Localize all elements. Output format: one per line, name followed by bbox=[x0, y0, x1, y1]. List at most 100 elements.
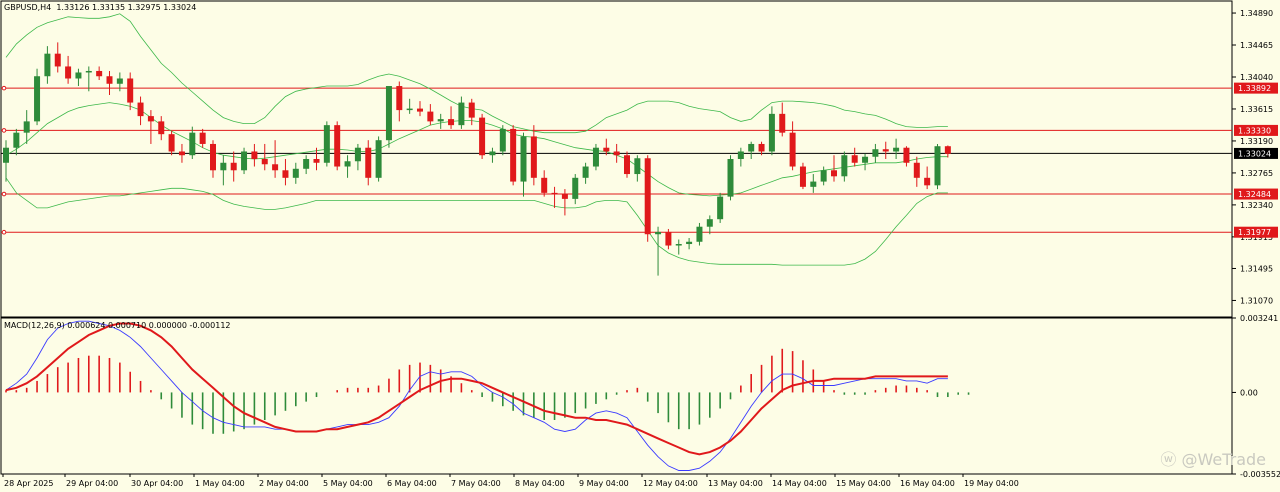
candle-body bbox=[75, 72, 82, 79]
level-price-label: 1.31977 bbox=[1238, 228, 1271, 237]
candle-body bbox=[210, 143, 216, 171]
candle-body bbox=[479, 117, 486, 156]
time-axis-label: 6 May 04:00 bbox=[387, 479, 437, 488]
macd-main-line bbox=[5, 320, 948, 471]
candle-body bbox=[944, 146, 951, 154]
candle-body bbox=[851, 155, 858, 163]
time-axis-label: 29 Apr 04:00 bbox=[66, 479, 118, 488]
candle-body bbox=[582, 166, 589, 178]
price-axis-label: 1.34040 bbox=[1240, 73, 1273, 82]
time-axis-label: 14 May 04:00 bbox=[772, 479, 827, 488]
candle-body bbox=[675, 244, 682, 246]
candle-body bbox=[810, 181, 817, 187]
candle-body bbox=[903, 147, 910, 163]
candle-body bbox=[572, 177, 579, 199]
candle-body bbox=[561, 194, 568, 199]
level-anchor-marker bbox=[1, 85, 7, 91]
time-axis-label: 28 Apr 2025 bbox=[4, 479, 53, 488]
candle-body bbox=[613, 151, 620, 156]
candle-body bbox=[820, 170, 827, 182]
candle-body bbox=[241, 151, 248, 171]
candle-body bbox=[872, 149, 879, 157]
candle-body bbox=[334, 125, 341, 167]
candle-body bbox=[841, 155, 848, 177]
candle-body bbox=[499, 128, 506, 152]
candle-body bbox=[686, 241, 693, 245]
candle-body bbox=[313, 159, 320, 163]
candle-body bbox=[799, 166, 806, 187]
candle-body bbox=[913, 162, 920, 178]
candle-body bbox=[448, 119, 455, 126]
candle-body bbox=[23, 121, 30, 133]
candle-body bbox=[862, 156, 869, 163]
candle-body bbox=[323, 125, 330, 163]
candle-body bbox=[417, 108, 423, 112]
candle-body bbox=[3, 147, 9, 163]
level-price-label: 1.33330 bbox=[1238, 126, 1271, 135]
candle-body bbox=[168, 134, 175, 152]
candle-body bbox=[893, 147, 900, 152]
candle-body bbox=[116, 78, 123, 84]
price-axis-label: 1.31070 bbox=[1240, 296, 1273, 305]
time-axis-label: 12 May 04:00 bbox=[643, 479, 698, 488]
time-axis-label: 19 May 04:00 bbox=[964, 479, 1019, 488]
price-axis-label: 1.32340 bbox=[1240, 201, 1273, 210]
candle-body bbox=[530, 136, 537, 178]
macd-axis-label: 0.00 bbox=[1240, 388, 1258, 397]
candle-body bbox=[137, 102, 144, 117]
candle-body bbox=[230, 162, 237, 171]
candle-body bbox=[106, 76, 113, 84]
candle-body bbox=[85, 70, 92, 73]
macd-axis-label: 0.003241 bbox=[1240, 314, 1278, 323]
time-axis-label: 8 May 04:00 bbox=[515, 479, 565, 488]
bollinger-middle-line bbox=[5, 102, 948, 197]
candle-body bbox=[437, 119, 444, 122]
candle-body bbox=[251, 151, 258, 159]
candle-body bbox=[634, 158, 641, 175]
candle-body bbox=[882, 149, 889, 152]
price-axis-label: 1.32765 bbox=[1240, 169, 1273, 178]
candle-body bbox=[831, 170, 837, 177]
price-axis-label: 1.34465 bbox=[1240, 41, 1273, 50]
candle-body bbox=[365, 147, 372, 178]
time-axis-label: 7 May 04:00 bbox=[451, 479, 501, 488]
price-chart[interactable]: 1.34890 1.34465 1.34040 1.33615 1.33190 1.327… bbox=[0, 0, 1280, 492]
level-anchor-marker bbox=[1, 128, 7, 133]
candle-body bbox=[385, 86, 392, 141]
time-axis-label: 1 May 04:00 bbox=[195, 479, 245, 488]
level-anchor-marker bbox=[1, 229, 7, 235]
candle-body bbox=[644, 158, 651, 235]
price-axis-label: 1.33190 bbox=[1240, 137, 1273, 146]
candle-body bbox=[54, 53, 61, 67]
candle-body bbox=[44, 53, 51, 77]
candle-body bbox=[520, 136, 527, 182]
candle-body bbox=[624, 155, 630, 175]
candle-body bbox=[665, 231, 672, 246]
candle-body bbox=[934, 146, 941, 186]
wetrade-logo-icon: ⓦ bbox=[1160, 450, 1177, 469]
candle-body bbox=[396, 86, 403, 111]
candle-body bbox=[696, 226, 703, 242]
candle-body bbox=[272, 164, 279, 171]
macd-axis-label: -0.003552 bbox=[1240, 470, 1280, 479]
candle-body bbox=[924, 177, 931, 186]
bollinger-lower-line bbox=[5, 177, 948, 266]
time-axis-label: 16 May 04:00 bbox=[900, 479, 955, 488]
candle-body bbox=[789, 132, 796, 167]
level-price-label: 1.33892 bbox=[1238, 84, 1271, 93]
candle-body bbox=[655, 231, 662, 235]
candle-body bbox=[592, 147, 599, 167]
time-axis-label: 30 Apr 04:00 bbox=[131, 479, 183, 488]
time-axis-label: 9 May 04:00 bbox=[579, 479, 629, 488]
time-axis-label: 5 May 04:00 bbox=[323, 479, 373, 488]
time-axis-label: 15 May 04:00 bbox=[836, 479, 891, 488]
candle-body bbox=[603, 147, 610, 152]
candle-body bbox=[292, 168, 299, 178]
candle-body bbox=[282, 170, 289, 178]
price-axis-label: 1.34890 bbox=[1240, 9, 1273, 18]
candle-body bbox=[489, 151, 496, 156]
candle-body bbox=[34, 76, 41, 122]
candle-body bbox=[158, 121, 165, 135]
candle-body bbox=[706, 219, 713, 227]
candle-body bbox=[406, 108, 413, 111]
